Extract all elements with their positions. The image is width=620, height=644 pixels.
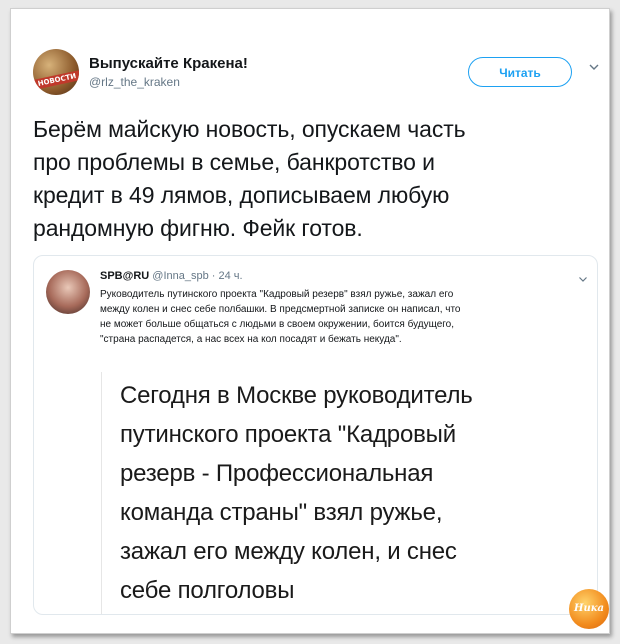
quoted-text-line: между колен и снес себе полбашки. В пред… <box>100 304 461 315</box>
display-name[interactable]: Выпускайте Кракена! <box>89 55 248 72</box>
user-handle[interactable]: @rlz_the_kraken <box>89 75 180 89</box>
tweet-text-line: кредит в 49 лямов, дописываем любую <box>33 182 450 208</box>
quoted-handle[interactable]: @Inna_spb <box>152 270 208 282</box>
chevron-down-icon[interactable] <box>578 274 588 284</box>
chevron-down-icon[interactable] <box>588 61 600 73</box>
tweet-text-line: Берём майскую новость, опускаем часть <box>33 116 466 142</box>
quoted-text-line: не может больше общаться с людьми в свое… <box>100 319 455 330</box>
image-text-line: путинского проекта "Кадровый <box>120 421 456 448</box>
tweet-header: НОВОСТИ Выпускайте Кракена! @rlz_the_kra… <box>33 49 599 99</box>
image-text-line: команда страны" взял ружье, <box>120 499 443 526</box>
avatar-label: НОВОСТИ <box>33 69 79 91</box>
screenshot-frame: НОВОСТИ Выпускайте Кракена! @rlz_the_kra… <box>10 8 610 634</box>
tweet-text: Берём майскую новость, опускаем часть пр… <box>33 113 593 245</box>
watermark-logo: Ника <box>569 589 609 629</box>
tweet-text-line: про проблемы в семье, банкротство и <box>33 149 435 175</box>
image-text-line: себе полголовы <box>120 577 295 604</box>
quoted-text-line: "страна распадется, а нас всех на кол по… <box>100 334 402 345</box>
quoted-image[interactable]: Сегодня в Москве руководитель путинского… <box>101 372 597 614</box>
quoted-display-name[interactable]: SPB@RU <box>100 270 149 282</box>
follow-button[interactable]: Читать <box>468 57 572 87</box>
quoted-time[interactable]: · 24 ч. <box>212 270 243 282</box>
image-text-line: зажал его между колен, и снес <box>120 538 457 565</box>
tweet-text-line: рандомную фигню. Фейк готов. <box>33 215 363 241</box>
image-text-line: Сегодня в Москве руководитель <box>120 382 473 409</box>
quoted-text: Руководитель путинского проекта "Кадровы… <box>100 287 588 347</box>
quoted-text-line: Руководитель путинского проекта "Кадровы… <box>100 289 454 300</box>
avatar[interactable]: НОВОСТИ <box>33 49 79 95</box>
quoted-image-text: Сегодня в Москве руководитель путинского… <box>120 376 590 610</box>
quoted-header: SPB@RU @Inna_spb · 24 ч. <box>100 270 243 282</box>
image-text-line: резерв - Профессиональная <box>120 460 434 487</box>
quoted-avatar[interactable] <box>46 270 90 314</box>
quoted-tweet[interactable]: SPB@RU @Inna_spb · 24 ч. Руководитель пу… <box>33 255 598 615</box>
